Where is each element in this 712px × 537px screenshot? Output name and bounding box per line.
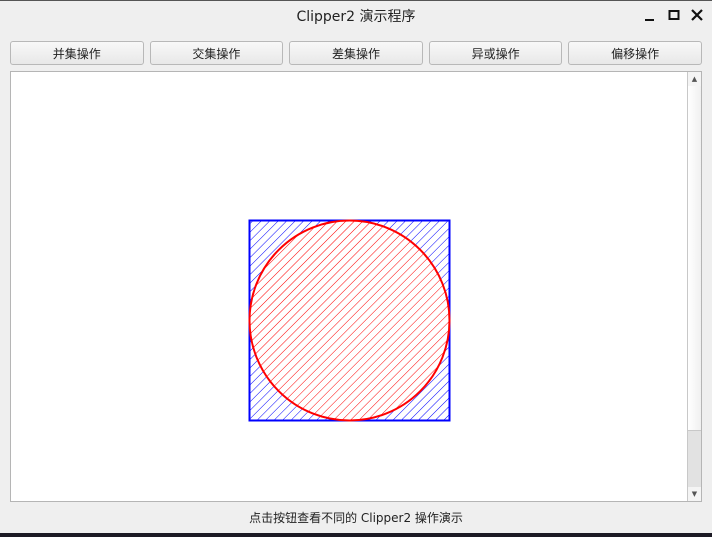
close-icon[interactable] [689,7,705,23]
union-button[interactable]: 并集操作 [10,41,144,65]
scroll-up-icon[interactable]: ▲ [688,72,701,86]
app-window: Clipper2 演示程序 并集操作 交集操作 差集操作 异或操作 偏移操作 ▲… [0,0,712,533]
maximize-icon[interactable] [666,7,682,23]
difference-button[interactable]: 差集操作 [289,41,423,65]
window-title: Clipper2 演示程序 [296,9,416,25]
scroll-down-icon[interactable]: ▼ [688,487,701,501]
offset-button[interactable]: 偏移操作 [568,41,702,65]
minimize-icon[interactable] [642,7,658,23]
xor-button[interactable]: 异或操作 [428,41,563,65]
drawing-canvas [248,219,451,422]
circle-hatch [248,219,451,422]
status-label: 点击按钮查看不同的 Clipper2 操作演示 [249,511,463,525]
vertical-scrollbar[interactable]: ▲ ▼ [687,72,701,501]
canvas-view: ▲ ▼ [10,71,702,502]
scrollbar-handle[interactable] [688,86,701,431]
intersection-button[interactable]: 交集操作 [149,41,284,65]
